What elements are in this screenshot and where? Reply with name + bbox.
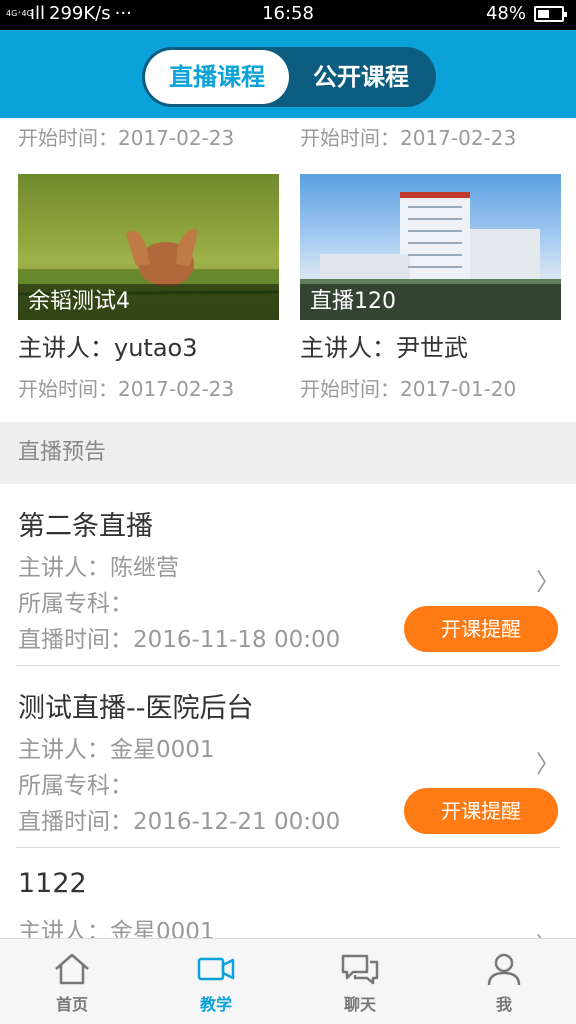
live-department: 所属专科：: [18, 773, 133, 799]
live-department: 所属专科：: [18, 591, 133, 617]
course-type-switch: 直播课程 公开课程: [142, 47, 436, 107]
tab-label: 教学: [199, 995, 232, 1014]
course-card[interactable]: 余韬测试4 主讲人：yutao3 开始时间：2017-02-23: [18, 174, 279, 402]
chevron-right-icon: 〉: [536, 926, 560, 938]
remind-button[interactable]: 开课提醒: [404, 606, 558, 652]
status-right: 48%: [485, 3, 567, 24]
tab-label: 首页: [55, 995, 88, 1014]
home-icon: [55, 953, 89, 985]
header: 直播课程 公开课程: [0, 30, 576, 118]
course-speaker: 主讲人：尹世武: [300, 334, 468, 362]
live-preview-list: 第二条直播 主讲人：陈继营 所属专科： 直播时间：2016-11-18 00:0…: [0, 484, 576, 938]
course-card[interactable]: 直播120 主讲人：尹世武 开始时间：2017-01-20: [300, 174, 561, 402]
person-icon: [487, 953, 521, 986]
tab-label: 我: [495, 995, 512, 1014]
live-title: 1122: [18, 868, 87, 899]
tab-open-courses[interactable]: 公开课程: [289, 50, 433, 104]
chat-bubbles-icon: [341, 954, 379, 985]
tab-live-courses[interactable]: 直播课程: [145, 50, 289, 104]
live-title: 测试直播--医院后台: [18, 693, 254, 724]
course-start-date: 开始时间：2017-02-23: [18, 126, 235, 150]
course-speaker: 主讲人：yutao3: [18, 334, 198, 362]
course-start-date: 开始时间：2017-01-20: [300, 377, 517, 401]
live-time: 直播时间：2016-11-18 00:00: [18, 627, 341, 653]
live-title: 第二条直播: [18, 511, 153, 542]
course-thumbnail[interactable]: 直播120: [300, 174, 561, 320]
course-start-date: 开始时间：2017-02-23: [300, 126, 517, 150]
course-grid: 开始时间：2017-02-23 开始时间：2017-02-23 余韬测试4 主讲…: [0, 118, 576, 422]
live-speaker: 主讲人：金星0001: [18, 737, 215, 763]
live-speaker: 主讲人：陈继营: [18, 555, 179, 581]
status-bar: 4G⁺4G ıll 299K/s ··· 16:58 48%: [0, 0, 576, 30]
battery-icon: [534, 5, 567, 22]
course-title: 直播120: [300, 284, 561, 320]
list-item[interactable]: 测试直播--医院后台 主讲人：金星0001 所属专科： 直播时间：2016-12…: [16, 666, 560, 848]
course-start-date: 开始时间：2017-02-23: [18, 377, 235, 401]
course-title: 余韬测试4: [18, 284, 279, 320]
battery-percent: 48%: [485, 3, 526, 24]
video-camera-icon: [197, 957, 235, 981]
tab-me[interactable]: 我: [432, 939, 576, 1024]
chevron-right-icon: 〉: [536, 750, 560, 778]
live-preview-header: 直播预告: [0, 422, 576, 484]
tab-teaching[interactable]: 教学: [144, 939, 288, 1024]
course-thumbnail[interactable]: 余韬测试4: [18, 174, 279, 320]
tab-chat[interactable]: 聊天: [288, 939, 432, 1024]
chevron-right-icon: 〉: [536, 568, 560, 596]
tab-home[interactable]: 首页: [0, 939, 144, 1024]
battery-fill: [538, 9, 549, 18]
bottom-tab-bar: 首页 教学 聊天 我: [0, 938, 576, 1024]
list-item[interactable]: 第二条直播 主讲人：陈继营 所属专科： 直播时间：2016-11-18 00:0…: [16, 484, 560, 666]
live-time: 直播时间：2016-12-21 00:00: [18, 809, 341, 835]
remind-button[interactable]: 开课提醒: [404, 788, 558, 834]
live-speaker: 主讲人：金星0001: [18, 919, 215, 938]
tab-label: 聊天: [343, 995, 376, 1014]
list-item[interactable]: 1122 主讲人：金星0001 〉: [16, 848, 560, 938]
